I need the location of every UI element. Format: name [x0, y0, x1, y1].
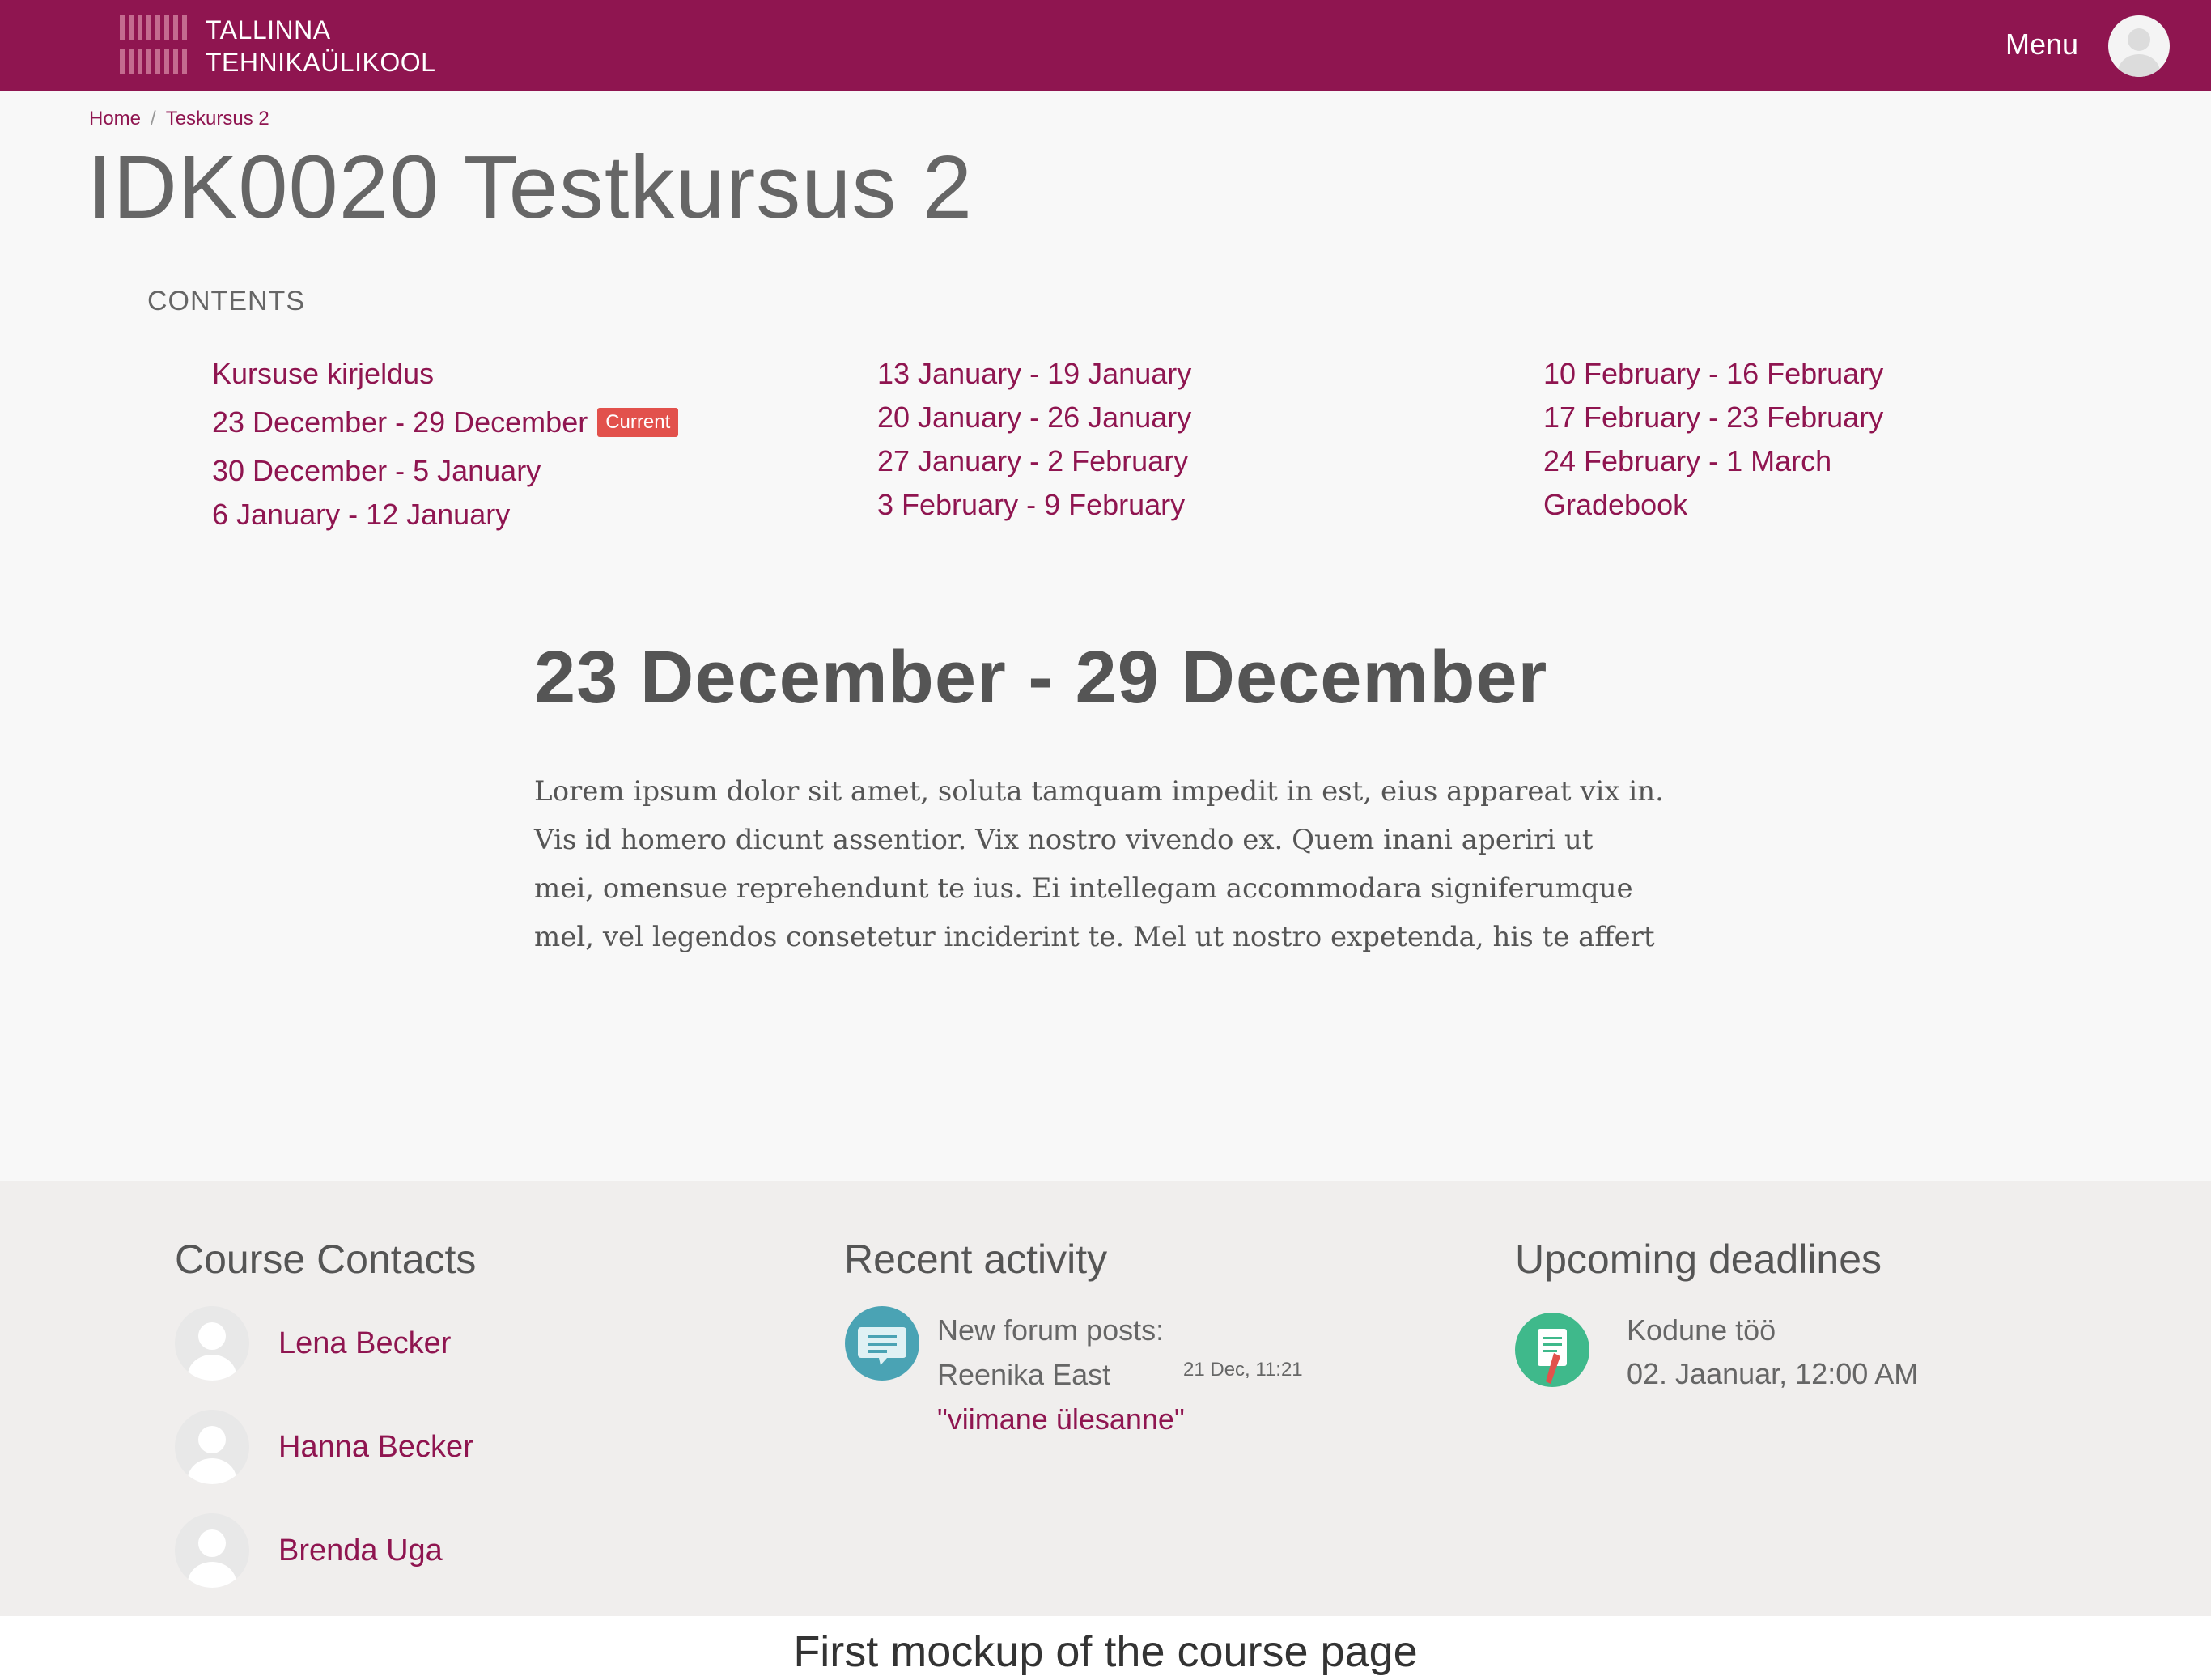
- toc-column-3: 10 February - 16 February 17 February - …: [1543, 352, 1883, 527]
- contact-name[interactable]: Hanna Becker: [278, 1430, 473, 1465]
- logo-mark-icon: [120, 14, 189, 78]
- contact-avatar-icon: [175, 1410, 249, 1484]
- toc-item-current-week[interactable]: 23 December - 29 December Current: [212, 396, 679, 449]
- deadline-name[interactable]: Kodune töö: [1627, 1313, 1776, 1347]
- toc-item-gradebook[interactable]: Gradebook: [1543, 483, 1883, 527]
- toc-item-kursuse-kirjeldus[interactable]: Kursuse kirjeldus: [212, 352, 678, 396]
- toc-column-1: Kursuse kirjeldus 23 December - 29 Decem…: [212, 352, 679, 537]
- university-logo[interactable]: TALLINNA TEHNIKAÜLIKOOL: [120, 14, 435, 78]
- activity-author: Reenika East: [937, 1358, 1111, 1391]
- deadline-date: 02. Jaanuar, 12:00 AM: [1627, 1357, 1919, 1390]
- page: TALLINNA TEHNIKAÜLIKOOL Menu Home / Tesk…: [0, 0, 2211, 1680]
- user-icon: [2118, 28, 2160, 77]
- breadcrumb-separator: /: [151, 108, 156, 129]
- section-body-line: Lorem ipsum dolor sit amet, soluta tamqu…: [534, 775, 1664, 808]
- section-body-line: mei, omensue reprehendunt te ius. Ei int…: [534, 872, 1633, 905]
- toc-item-week[interactable]: 10 February - 16 February: [1543, 352, 1883, 396]
- toc-item-week[interactable]: 13 January - 19 January: [877, 352, 1191, 396]
- recent-activity-heading: Recent activity: [844, 1237, 1108, 1282]
- user-avatar[interactable]: [2108, 15, 2170, 77]
- section-title: 23 December - 29 December: [534, 636, 1548, 719]
- section-body-line: mel, vel legendos consetetur inciderint …: [534, 921, 1655, 953]
- toc-item-week[interactable]: 24 February - 1 March: [1543, 439, 1883, 483]
- logo-text: TALLINNA TEHNIKAÜLIKOOL: [206, 14, 435, 78]
- figure-caption: First mockup of the course page: [793, 1627, 1418, 1676]
- toc-item-week[interactable]: 30 December - 5 January: [212, 449, 678, 493]
- contact-name[interactable]: Brenda Uga: [278, 1534, 443, 1568]
- page-title: IDK0020 Testkursus 2: [87, 138, 974, 237]
- assignment-icon: [1515, 1313, 1589, 1387]
- toc-item-label: 23 December - 29 December: [212, 405, 588, 439]
- contact-item[interactable]: Hanna Becker: [175, 1410, 473, 1484]
- toc-item-week[interactable]: 17 February - 23 February: [1543, 396, 1883, 439]
- activity-time: 21 Dec, 11:21: [1183, 1359, 1303, 1381]
- toc-item-week[interactable]: 20 January - 26 January: [877, 396, 1191, 439]
- toc-column-2: 13 January - 19 January 20 January - 26 …: [877, 352, 1191, 527]
- contact-avatar-icon: [175, 1306, 249, 1381]
- current-badge: Current: [597, 408, 679, 437]
- contact-item[interactable]: Lena Becker: [175, 1306, 451, 1381]
- menu-button[interactable]: Menu: [2005, 28, 2078, 62]
- logo-line-1: TALLINNA: [206, 15, 331, 45]
- toc-item-week[interactable]: 27 January - 2 February: [877, 439, 1191, 483]
- upcoming-deadlines-heading: Upcoming deadlines: [1515, 1237, 1882, 1282]
- section-description: Lorem ipsum dolor sit amet, soluta tamqu…: [534, 767, 1667, 961]
- breadcrumb-current[interactable]: Teskursus 2: [166, 108, 269, 130]
- contact-name[interactable]: Lena Becker: [278, 1326, 451, 1361]
- course-contacts-heading: Course Contacts: [175, 1237, 477, 1282]
- top-navbar: TALLINNA TEHNIKAÜLIKOOL Menu: [0, 0, 2211, 91]
- section-body-line: Vis id homero dicunt assentior. Vix nost…: [534, 824, 1594, 856]
- logo-line-2: TEHNIKAÜLIKOOL: [206, 48, 436, 77]
- toc-item-week[interactable]: 3 February - 9 February: [877, 483, 1191, 527]
- contact-item[interactable]: Brenda Uga: [175, 1513, 443, 1588]
- activity-heading: New forum posts:: [937, 1313, 1165, 1347]
- contents-heading: CONTENTS: [147, 286, 305, 316]
- forum-icon: [845, 1306, 919, 1381]
- activity-post-link[interactable]: "viimane ülesanne": [937, 1402, 1185, 1436]
- contact-avatar-icon: [175, 1513, 249, 1588]
- breadcrumb: Home / Teskursus 2: [89, 108, 269, 130]
- course-footer: Course Contacts Lena Becker Hanna Becker…: [0, 1181, 2211, 1616]
- main-content: Home / Teskursus 2 IDK0020 Testkursus 2 …: [0, 91, 2211, 1181]
- breadcrumb-home[interactable]: Home: [89, 108, 141, 130]
- toc-item-week[interactable]: 6 January - 12 January: [212, 493, 678, 537]
